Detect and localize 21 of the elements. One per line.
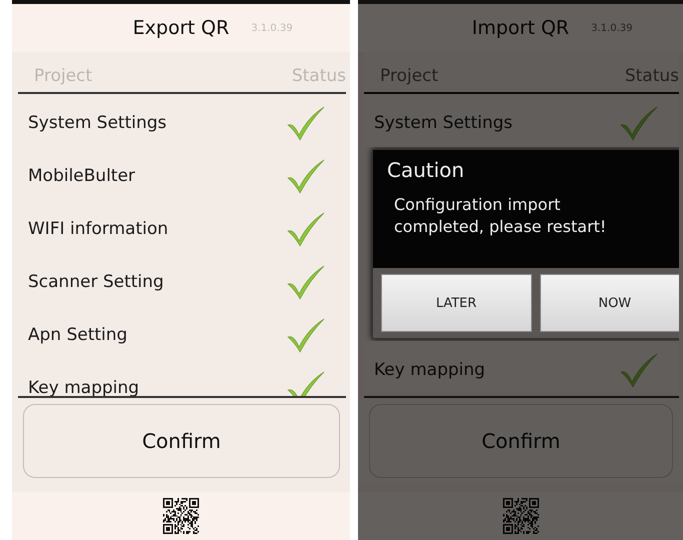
qr-code-icon: [502, 498, 538, 534]
confirm-button[interactable]: Confirm: [23, 404, 340, 478]
project-name: Key mapping: [374, 360, 486, 380]
project-name: Apn Setting: [28, 324, 128, 344]
qr-code-icon: [163, 498, 199, 534]
project-name: Key mapping: [28, 378, 140, 396]
column-header: Project: [380, 66, 438, 86]
screen-title: Export QR: [132, 17, 230, 39]
dialog-message: Configuration import completed, please restart!: [393, 194, 608, 238]
project-name: MobileBulter: [28, 166, 136, 186]
project-name: System Settings: [28, 112, 167, 132]
project-name: Scanner Setting: [28, 272, 164, 292]
column-header: Status: [624, 66, 679, 86]
project-name: WIFI information: [28, 218, 168, 238]
dialog-button[interactable]: NOW: [540, 274, 679, 332]
version-label: 3.1.0.39: [250, 22, 294, 34]
screen-title: Import QR: [472, 17, 570, 39]
dialog-title: Caution: [387, 158, 466, 182]
project-name: System Settings: [374, 112, 513, 132]
dialog-button[interactable]: LATER: [381, 274, 532, 332]
version-label: 3.1.0.39: [590, 22, 634, 34]
